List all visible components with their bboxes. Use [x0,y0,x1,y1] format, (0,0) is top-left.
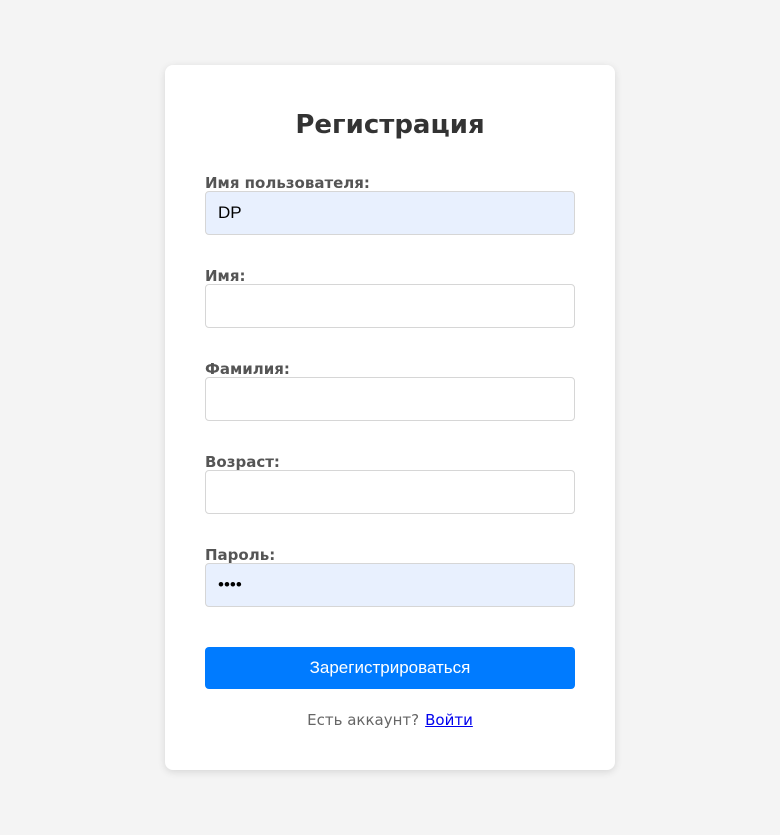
register-button[interactable]: Зарегистрироваться [205,647,575,689]
login-link[interactable]: Войти [425,711,473,729]
first-name-field-group: Имя: [205,266,575,328]
registration-card: Регистрация Имя пользователя: Имя: Фамил… [165,65,615,770]
username-label: Имя пользователя: [205,174,370,192]
password-field-group: Пароль: [205,545,575,607]
first-name-input[interactable] [205,284,575,328]
username-field-group: Имя пользователя: [205,173,575,235]
password-label: Пароль: [205,546,276,564]
age-field-group: Возраст: [205,452,575,514]
age-label: Возраст: [205,453,280,471]
login-prompt: Есть аккаунт? Войти [165,710,615,730]
age-input[interactable] [205,470,575,514]
last-name-input[interactable] [205,377,575,421]
last-name-field-group: Фамилия: [205,359,575,421]
login-prompt-text: Есть аккаунт? [307,711,420,729]
page-title: Регистрация [295,110,485,140]
password-input[interactable] [205,563,575,607]
first-name-label: Имя: [205,267,246,285]
username-input[interactable] [205,191,575,235]
last-name-label: Фамилия: [205,360,290,378]
